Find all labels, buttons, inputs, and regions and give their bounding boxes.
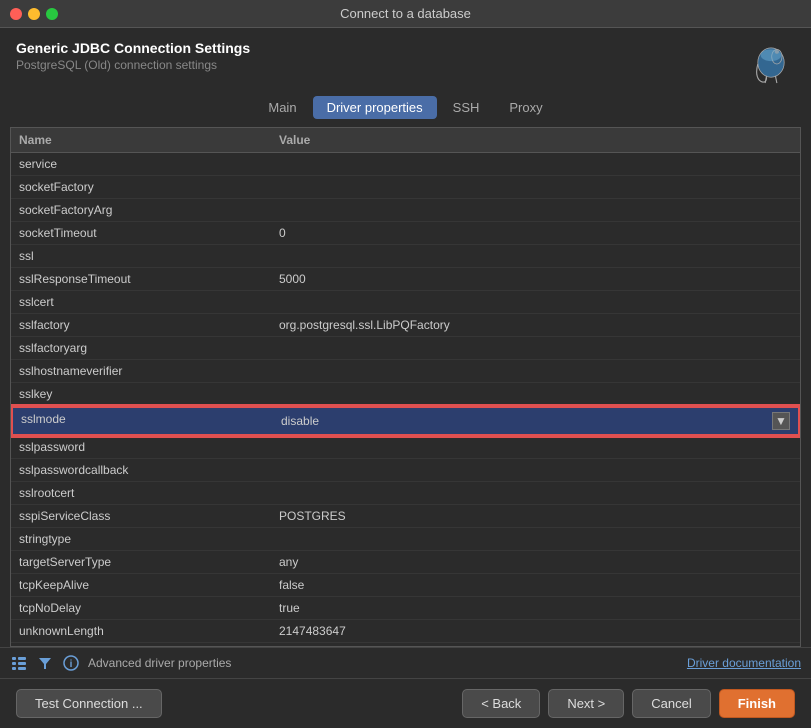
property-value	[271, 459, 800, 481]
property-name: sslpassword	[11, 436, 271, 458]
property-value	[271, 482, 800, 504]
cancel-button[interactable]: Cancel	[632, 689, 710, 718]
tab-main[interactable]: Main	[254, 96, 310, 119]
connection-settings-title: Generic JDBC Connection Settings	[16, 40, 250, 56]
back-button[interactable]: < Back	[462, 689, 540, 718]
property-name: ssl	[11, 245, 271, 267]
property-value	[271, 176, 800, 198]
table-row[interactable]: ssl	[11, 245, 800, 268]
property-value: false	[271, 574, 800, 596]
properties-table: Name Value servicesocketFactorysocketFac…	[10, 127, 801, 647]
navigation-buttons: < Back Next > Cancel Finish	[462, 689, 795, 718]
property-value	[271, 337, 800, 359]
property-name: sslfactory	[11, 314, 271, 336]
tab-proxy[interactable]: Proxy	[495, 96, 556, 119]
finish-button[interactable]: Finish	[719, 689, 795, 718]
property-name: tcpNoDelay	[11, 597, 271, 619]
table-row[interactable]: tcpKeepAlivefalse	[11, 574, 800, 597]
property-value	[271, 153, 800, 175]
minimize-button[interactable]	[28, 8, 40, 20]
table-row[interactable]: sslpassword	[11, 436, 800, 459]
property-value: 5000	[271, 268, 800, 290]
property-name: unknownLength	[11, 620, 271, 642]
table-row[interactable]: tcpNoDelaytrue	[11, 597, 800, 620]
table-row[interactable]: socketFactoryArg	[11, 199, 800, 222]
table-row[interactable]: targetServerTypeany	[11, 551, 800, 574]
header: Generic JDBC Connection Settings Postgre…	[0, 28, 811, 96]
property-name: tcpKeepAlive	[11, 574, 271, 596]
property-name: socketFactory	[11, 176, 271, 198]
column-name-header: Name	[11, 128, 271, 152]
traffic-lights	[10, 8, 58, 20]
test-connection-button[interactable]: Test Connection ...	[16, 689, 162, 718]
tab-ssh[interactable]: SSH	[439, 96, 494, 119]
table-row[interactable]: sslkey	[11, 383, 800, 406]
property-name: sslkey	[11, 383, 271, 405]
footer-toolbar: i Advanced driver properties Driver docu…	[0, 647, 811, 678]
property-name: sspiServiceClass	[11, 505, 271, 527]
property-name: sslmode	[13, 408, 273, 434]
table-header: Name Value	[11, 128, 800, 153]
tab-driver-properties[interactable]: Driver properties	[313, 96, 437, 119]
next-button[interactable]: Next >	[548, 689, 624, 718]
column-value-header: Value	[271, 128, 800, 152]
main-window: Generic JDBC Connection Settings Postgre…	[0, 28, 811, 728]
info-icon[interactable]: i	[62, 654, 80, 672]
table-row[interactable]: service	[11, 153, 800, 176]
table-row[interactable]: socketFactory	[11, 176, 800, 199]
table-row[interactable]: unknownLength2147483647	[11, 620, 800, 643]
dropdown-arrow-icon[interactable]: ▼	[772, 412, 790, 430]
header-left: Generic JDBC Connection Settings Postgre…	[16, 40, 250, 72]
table-row[interactable]: sslrootcert	[11, 482, 800, 505]
table-row[interactable]: sslhostnameverifier	[11, 360, 800, 383]
svg-text:i: i	[70, 659, 73, 670]
table-row[interactable]: sslResponseTimeout5000	[11, 268, 800, 291]
property-value: true	[271, 597, 800, 619]
property-value: any	[271, 551, 800, 573]
table-row[interactable]: sslfactoryorg.postgresql.ssl.LibPQFactor…	[11, 314, 800, 337]
table-row[interactable]: sslfactoryarg	[11, 337, 800, 360]
property-value: org.postgresql.ssl.LibPQFactory	[271, 314, 800, 336]
table-row[interactable]: sslcert	[11, 291, 800, 314]
table-row[interactable]: socketTimeout0	[11, 222, 800, 245]
property-value	[271, 528, 800, 550]
property-value: POSTGRES	[271, 505, 800, 527]
table-row[interactable]: sslpasswordcallback	[11, 459, 800, 482]
property-value: 2147483647	[271, 620, 800, 642]
window-title: Connect to a database	[340, 6, 471, 21]
advanced-driver-properties-label: Advanced driver properties	[88, 656, 231, 670]
maximize-button[interactable]	[46, 8, 58, 20]
table-row[interactable]: sspiServiceClassPOSTGRES	[11, 505, 800, 528]
bottom-bar: Test Connection ... < Back Next > Cancel…	[0, 678, 811, 728]
property-value	[271, 245, 800, 267]
property-name: socketFactoryArg	[11, 199, 271, 221]
driver-documentation-link[interactable]: Driver documentation	[687, 656, 801, 670]
list-icon[interactable]	[10, 654, 28, 672]
property-name: sslhostnameverifier	[11, 360, 271, 382]
property-name: sslpasswordcallback	[11, 459, 271, 481]
table-row[interactable]: stringtype	[11, 528, 800, 551]
table-row[interactable]: sslmodedisable▼	[11, 406, 800, 436]
property-value	[271, 383, 800, 405]
property-value: 0	[271, 222, 800, 244]
property-value	[271, 199, 800, 221]
property-name: sslcert	[11, 291, 271, 313]
property-name: targetServerType	[11, 551, 271, 573]
property-value[interactable]: disable▼	[273, 408, 798, 434]
title-bar: Connect to a database	[0, 0, 811, 28]
property-name: sslfactoryarg	[11, 337, 271, 359]
property-name: sslrootcert	[11, 482, 271, 504]
close-button[interactable]	[10, 8, 22, 20]
filter-icon[interactable]	[36, 654, 54, 672]
connection-settings-subtitle: PostgreSQL (Old) connection settings	[16, 58, 250, 72]
property-value	[271, 360, 800, 382]
property-value	[271, 291, 800, 313]
postgres-logo	[747, 40, 795, 88]
tab-bar: Main Driver properties SSH Proxy	[0, 96, 811, 127]
property-name: service	[11, 153, 271, 175]
property-name: socketTimeout	[11, 222, 271, 244]
property-name: stringtype	[11, 528, 271, 550]
property-name: sslResponseTimeout	[11, 268, 271, 290]
property-value	[271, 436, 800, 458]
